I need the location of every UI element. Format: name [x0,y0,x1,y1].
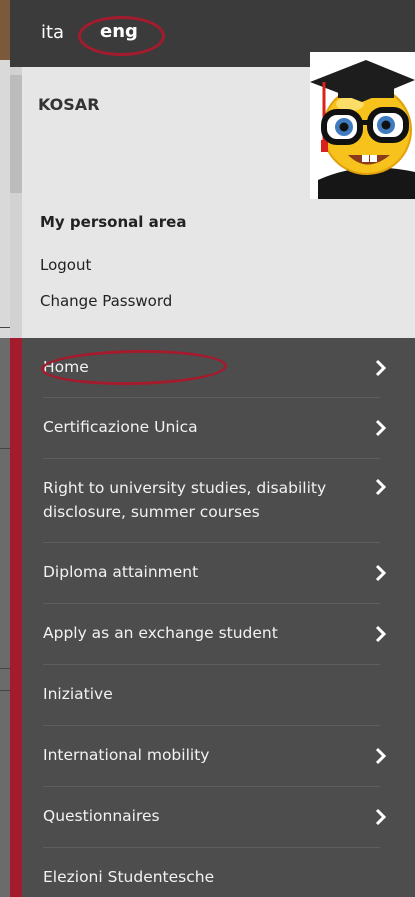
chevron-right-icon [375,478,387,496]
chevron-right-icon [375,419,387,437]
side-menu-panel: ita eng KOSAR My personal area Logout Ch… [10,0,415,897]
chevron-right-icon [375,808,387,826]
logout-link[interactable]: Logout [40,256,91,274]
background-page-edge-middle [0,60,10,338]
menu-item-certificazione-unica[interactable]: Certificazione Unica [22,398,415,458]
user-area-accent-dark [10,75,22,193]
chevron-right-icon [375,359,387,377]
background-divider [0,668,10,669]
menu-item-label: Questionnaires [43,807,160,825]
menu-item-label: Diploma attainment [43,563,199,581]
menu-accent-stripe [10,338,22,897]
background-divider [0,327,10,328]
menu-item-right-to-university-studies[interactable]: Right to university studies, disability … [22,459,415,542]
menu-item-label: Apply as an exchange student [43,624,278,642]
menu-item-label: Iniziative [43,685,113,703]
chevron-right-icon [375,564,387,582]
user-area: KOSAR My personal area Logout Change Pas… [10,52,415,338]
chevron-right-icon [375,747,387,765]
menu-item-home[interactable]: Home [22,338,415,397]
main-menu: Home Certificazione Unica Right to unive… [10,338,415,897]
nerd-graduate-emoji-icon [310,52,415,199]
menu-item-label: Elezioni Studentesche [43,868,215,886]
menu-item-elezioni-studentesche[interactable]: Elezioni Studentesche [22,848,415,897]
menu-item-international-mobility[interactable]: International mobility [22,726,415,786]
background-divider [0,448,10,449]
annotation-circle-eng [78,16,165,56]
change-password-link[interactable]: Change Password [40,292,172,310]
menu-item-label: Certificazione Unica [43,418,198,436]
menu-item-apply-exchange-student[interactable]: Apply as an exchange student [22,604,415,664]
menu-item-label: International mobility [43,746,210,764]
annotation-circle-home [40,348,228,387]
background-divider [0,690,10,691]
language-option-ita[interactable]: ita [41,22,64,43]
menu-item-iniziative[interactable]: Iniziative [22,665,415,725]
background-page-edge-top [0,0,10,60]
menu-item-diploma-attainment[interactable]: Diploma attainment [22,543,415,603]
menu-item-questionnaires[interactable]: Questionnaires [22,787,415,847]
menu-item-label-line2: disclosure, summer courses [43,503,260,521]
user-name: KOSAR [38,95,100,114]
personal-area-title: My personal area [40,213,187,231]
menu-item-label-line1: Right to university studies, disability [43,479,327,497]
chevron-right-icon [375,625,387,643]
